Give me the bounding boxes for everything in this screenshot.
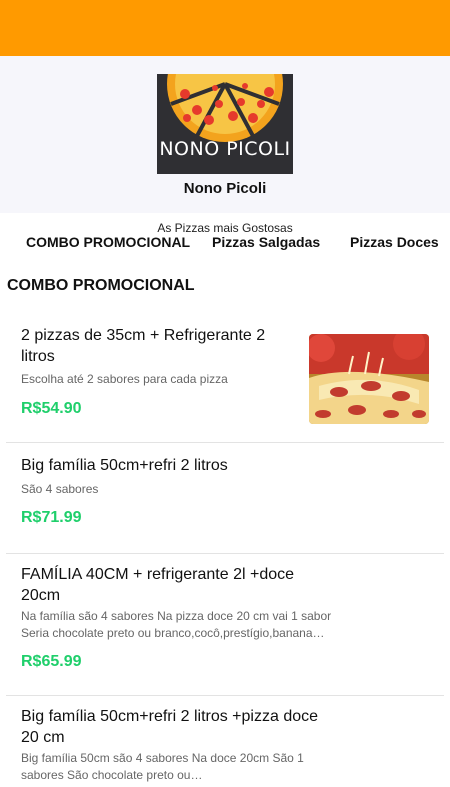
item-image <box>309 334 429 424</box>
item-divider <box>6 553 444 554</box>
item-description: Escolha até 2 sabores para cada pizza <box>21 372 228 386</box>
item-title: Big família 50cm+refri 2 litros +pizza d… <box>21 708 319 746</box>
item-price: R$65.99 <box>21 653 82 670</box>
item-divider <box>6 695 444 696</box>
top-banner <box>0 0 450 56</box>
tab-combo-promocional[interactable]: COMBO PROMOCIONAL <box>26 234 190 250</box>
item-title: 2 pizzas de 35cm + Refrigerante 2 litros <box>21 327 266 365</box>
item-description: Big família 50cm são 4 sabores Na doce 2… <box>21 751 304 782</box>
logo-text: NONO PICOLI <box>159 138 291 160</box>
store-name: Nono Picoli <box>183 180 267 197</box>
item-divider <box>6 442 444 443</box>
item-title: Big família 50cm+refri 2 litros <box>21 457 228 474</box>
tab-pizzas-salgadas[interactable]: Pizzas Salgadas <box>212 234 320 250</box>
item-title: FAMÍLIA 40CM + refrigerante 2l +doce 20c… <box>21 566 295 604</box>
item-price: R$71.99 <box>21 509 82 526</box>
pizza-photo-icon <box>309 334 429 424</box>
store-header: NONO PICOLI Nono Picoli As Pizzas mais G… <box>0 56 450 235</box>
store-logo: NONO PICOLI <box>157 74 293 174</box>
item-description: São 4 sabores <box>21 482 99 496</box>
tab-pizzas-doces[interactable]: Pizzas Doces <box>350 234 439 250</box>
item-price: R$54.90 <box>21 400 82 417</box>
section-title: COMBO PROMOCIONAL <box>7 277 195 294</box>
item-description: Na família são 4 sabores Na pizza doce 2… <box>21 609 332 640</box>
category-tabs: COMBO PROMOCIONAL Pizzas Salgadas Pizzas… <box>0 213 450 271</box>
